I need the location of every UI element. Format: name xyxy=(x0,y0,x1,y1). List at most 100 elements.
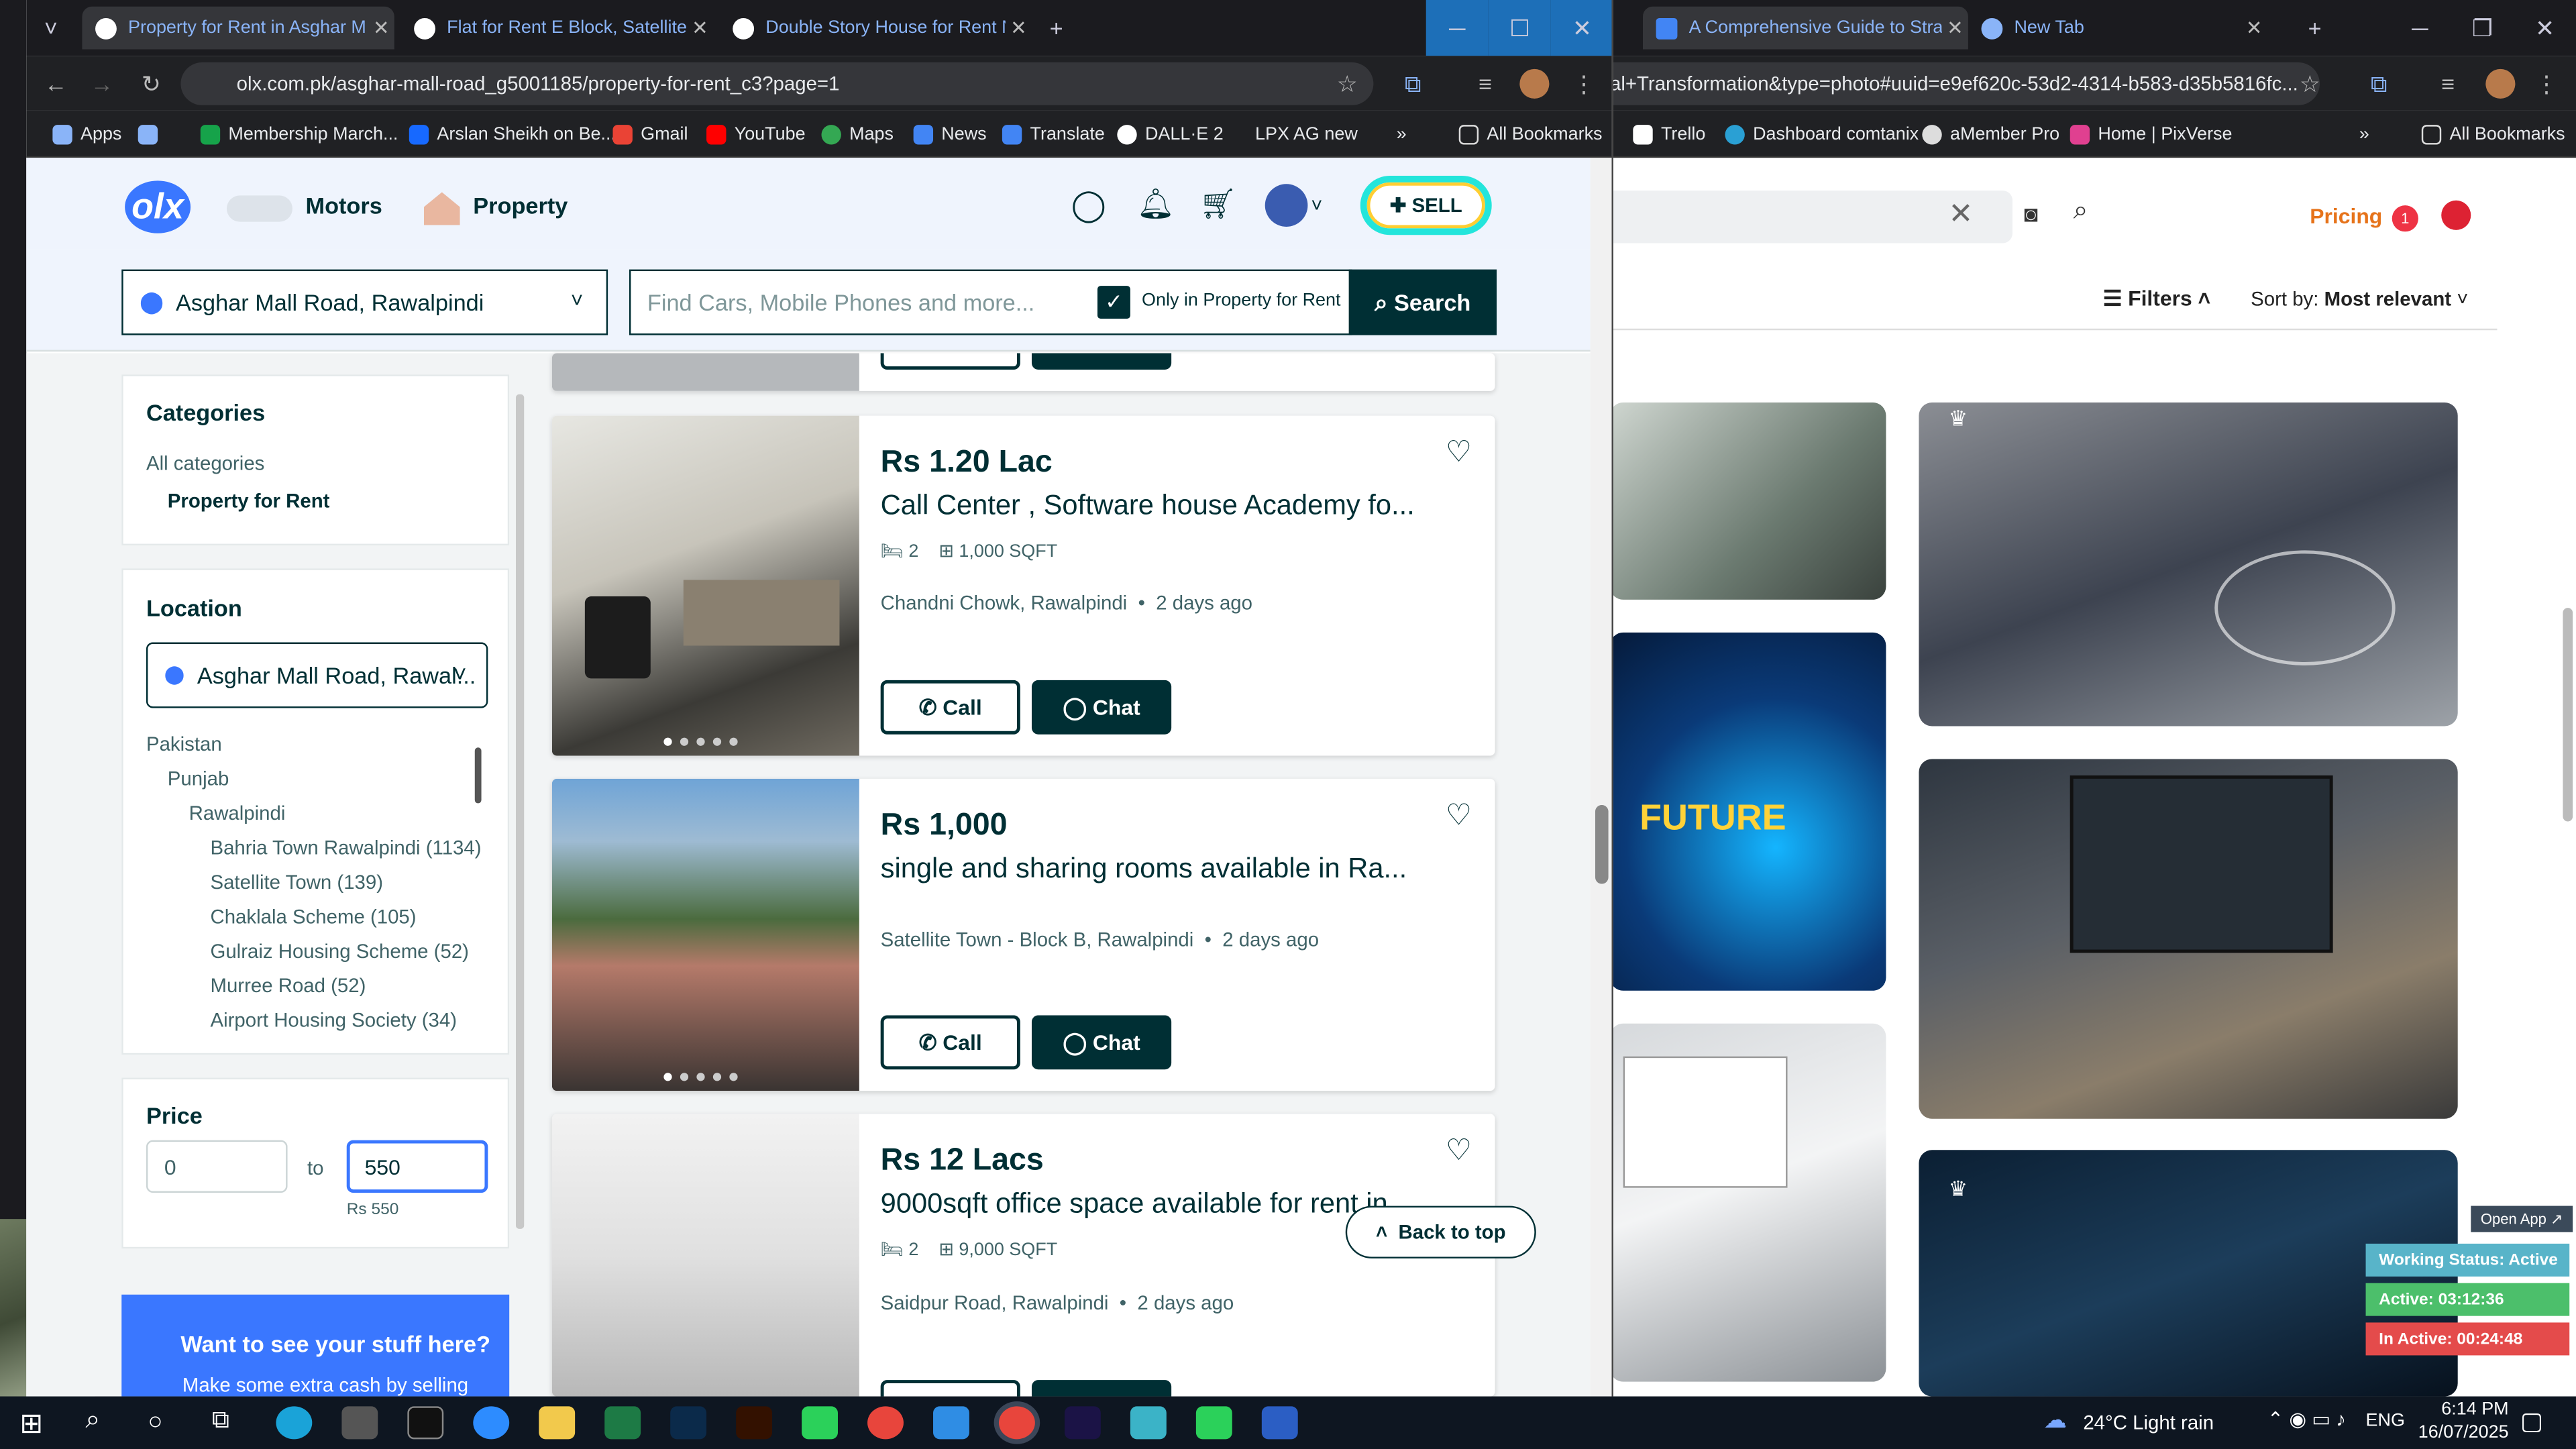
tab-double-story-house[interactable]: Double Story House for Rent N ✕ xyxy=(720,7,1032,50)
media-icon[interactable]: ≡ xyxy=(1466,62,1505,105)
listing-image[interactable] xyxy=(551,778,859,1091)
bookmark-apps[interactable]: Apps xyxy=(52,121,121,148)
chrome-active-icon[interactable] xyxy=(998,1406,1035,1440)
excel-icon[interactable] xyxy=(604,1406,641,1440)
clock-time[interactable]: 6:14 PM xyxy=(2426,1400,2508,1419)
listing-title[interactable]: 9000sqft office space available for rent… xyxy=(881,1188,1411,1221)
minimize-icon[interactable]: ─ xyxy=(1426,0,1489,56)
illustrator-icon[interactable] xyxy=(736,1406,773,1440)
maximize-icon[interactable]: ❐ xyxy=(2451,0,2514,56)
bookmark-translate[interactable]: Translate xyxy=(1002,121,1105,148)
heart-icon[interactable]: ♡ xyxy=(1446,1134,1472,1168)
photo-lab-worker[interactable] xyxy=(1610,402,1886,600)
price-min-input[interactable]: 0 xyxy=(146,1140,288,1193)
heart-icon[interactable]: ♡ xyxy=(1446,435,1472,470)
profile-avatar[interactable] xyxy=(2481,62,2520,105)
grid-icon[interactable] xyxy=(138,121,166,148)
back-to-top-button[interactable]: ˄ Back to top xyxy=(1345,1205,1536,1258)
location-item[interactable]: Gulraiz Housing Scheme (52) xyxy=(210,940,468,963)
bookmark-membership[interactable]: Membership March... xyxy=(200,121,398,148)
location-item[interactable]: Airport Housing Society (34) xyxy=(210,1009,457,1032)
location-dropdown[interactable]: ⬤ Asghar Mall Road, Rawal... ˅ xyxy=(146,642,488,708)
listing-card-partial[interactable] xyxy=(551,353,1495,391)
page-scrollbar[interactable] xyxy=(1590,158,1612,1397)
photo-business-meeting[interactable] xyxy=(1919,759,2458,1119)
tab-search-icon[interactable]: ˅ xyxy=(26,0,75,56)
bookmark-amember[interactable]: aMember Pro xyxy=(1922,121,2059,148)
search-button[interactable]: ⌕ Search xyxy=(1348,269,1497,335)
bookmark-gmail[interactable]: Gmail xyxy=(612,121,688,148)
chevron-right-icon[interactable]: » xyxy=(2359,121,2369,148)
pricing-link[interactable]: Pricing xyxy=(2310,204,2382,229)
close-icon[interactable]: ✕ xyxy=(1942,16,1968,39)
listing-title[interactable]: single and sharing rooms available in Ra… xyxy=(881,853,1407,885)
location-item[interactable]: Murree Road (52) xyxy=(210,974,366,997)
task-view-icon[interactable]: ⧉ xyxy=(212,1406,229,1434)
vscode-icon[interactable] xyxy=(933,1406,969,1440)
new-tab-icon[interactable]: + xyxy=(1025,0,1087,56)
chat-button[interactable] xyxy=(1031,1380,1172,1397)
camtasia-recorder-icon[interactable] xyxy=(1195,1406,1232,1440)
close-window-icon[interactable]: ✕ xyxy=(1550,0,1612,56)
weather-text[interactable]: 24°C Light rain xyxy=(2083,1411,2214,1434)
extensions-icon[interactable]: ⧉ xyxy=(2359,62,2399,105)
scrollbar-thumb[interactable] xyxy=(474,747,482,804)
all-bookmarks[interactable]: All Bookmarks xyxy=(1458,121,1603,148)
search-icon[interactable]: ⌕ xyxy=(2074,197,2088,227)
only-in-category-checkbox[interactable]: ✓ xyxy=(1097,286,1130,319)
chat-button[interactable]: ◯ Chat xyxy=(1031,1015,1172,1070)
listing-image[interactable] xyxy=(551,1114,859,1397)
extensions-icon[interactable]: ⧉ xyxy=(1393,62,1433,105)
new-tab-icon[interactable]: + xyxy=(2284,0,2346,56)
sort-control[interactable]: Sort by: Most relevant ˅ xyxy=(2251,288,2468,311)
location-item[interactable]: Satellite Town (139) xyxy=(210,871,383,894)
all-categories-link[interactable]: All categories xyxy=(146,451,264,474)
menu-icon[interactable]: ⋮ xyxy=(2527,62,2567,105)
folder-icon[interactable] xyxy=(539,1406,576,1440)
price-max-input[interactable]: 550 xyxy=(346,1140,488,1193)
filters-button[interactable]: ☰ Filters ˄ xyxy=(2103,286,2210,312)
tab-property-for-rent[interactable]: Property for Rent in Asghar M ✕ xyxy=(82,6,394,50)
bookmark-dalle[interactable]: DALL·E 2 xyxy=(1117,121,1224,148)
bell-icon[interactable]: 🔔︎ xyxy=(1137,187,1175,221)
tab-new-tab[interactable]: New Tab ✕ xyxy=(1968,7,2267,50)
terminal-icon[interactable] xyxy=(407,1406,444,1440)
camera-icon[interactable]: ◙ xyxy=(2024,201,2038,227)
location-item[interactable]: Pakistan xyxy=(146,733,222,755)
notification-badge[interactable]: 1 xyxy=(2392,205,2418,232)
photoshop-icon[interactable] xyxy=(670,1406,707,1440)
reload-icon[interactable]: ↻ xyxy=(131,62,171,105)
location-item[interactable]: Rawalpindi xyxy=(189,802,286,824)
bookmark-pixverse[interactable]: Home | PixVerse xyxy=(2070,121,2233,148)
call-button[interactable]: ✆ Call xyxy=(880,1015,1020,1070)
listing-image[interactable] xyxy=(551,415,859,756)
photo-future-hand[interactable]: FUTURE xyxy=(1610,632,1886,991)
bookmark-behance[interactable]: Arslan Sheikh on Be... xyxy=(409,121,616,148)
weather-icon[interactable]: ☁ xyxy=(2044,1406,2067,1434)
olx-logo[interactable]: olx xyxy=(125,180,191,233)
user-avatar[interactable] xyxy=(1265,184,1308,227)
location-select[interactable]: ⬤ Asghar Mall Road, Rawalpindi ˅ xyxy=(121,269,608,335)
tab-comprehensive-guide[interactable]: A Comprehensive Guide to Stra ✕ xyxy=(1643,6,1968,50)
star-icon[interactable]: ☆ xyxy=(2290,62,2330,105)
photo-laptop-hands[interactable]: ♛ xyxy=(1919,402,2458,727)
forward-icon[interactable]: → xyxy=(82,62,121,105)
tab-flat-for-rent[interactable]: Flat for Rent E Block, Satellite T ✕ xyxy=(401,7,713,50)
maximize-icon[interactable]: ☐ xyxy=(1488,0,1551,56)
page-scrollbar-thumb[interactable] xyxy=(1595,805,1609,884)
bookmark-maps[interactable]: Maps xyxy=(821,121,894,148)
chat-icon[interactable]: ◯ xyxy=(1071,187,1106,225)
scrollbar-thumb[interactable] xyxy=(2563,608,2573,822)
chevron-right-icon[interactable]: » xyxy=(1397,121,1407,148)
search-icon[interactable]: ⌕ xyxy=(85,1406,100,1436)
listing-card[interactable]: Rs 1,000 single and sharing rooms availa… xyxy=(551,778,1495,1091)
notification-icon[interactable]: ▢ xyxy=(2520,1406,2544,1436)
all-bookmarks[interactable]: All Bookmarks xyxy=(2421,121,2565,148)
open-app-button[interactable]: Open App ↗ xyxy=(2471,1205,2573,1232)
premiere-icon[interactable] xyxy=(1064,1406,1101,1440)
back-icon[interactable]: ← xyxy=(36,62,76,105)
edge-icon[interactable] xyxy=(276,1406,313,1440)
address-bar[interactable]: al+Transformation&type=photo#uuid=e9ef62… xyxy=(1610,62,2320,105)
language-indicator[interactable]: ENG xyxy=(2366,1411,2405,1431)
bookmark-trello[interactable]: Trello xyxy=(1633,121,1705,148)
